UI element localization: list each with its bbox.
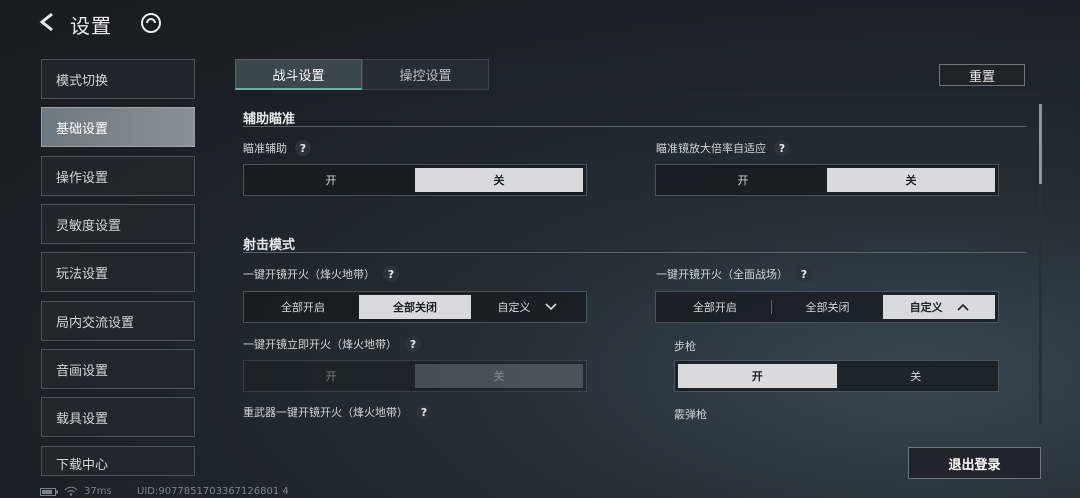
heavy-weapon-label-row: 重武器一键开镜开火（烽火地带） ? [243, 404, 432, 420]
scope-adapt-toggle: 开 关 [655, 164, 999, 196]
chevron-up-icon [957, 303, 969, 311]
section-divider [243, 126, 1027, 127]
custom-option[interactable]: 自定义 [471, 295, 583, 319]
help-icon[interactable]: ? [774, 140, 790, 156]
sidebar-item-operation-settings[interactable]: 操作设置 [41, 156, 195, 196]
sidebar-item-vehicle-settings[interactable]: 载具设置 [41, 397, 195, 437]
scrollbar-thumb[interactable] [1039, 104, 1042, 184]
sidebar-item-download-center[interactable]: 下载中心 [41, 446, 195, 476]
sidebar-item-basic-settings[interactable]: 基础设置 [41, 107, 195, 147]
sidebar-item-label: 下载中心 [56, 458, 109, 473]
reset-button[interactable]: 重置 [939, 64, 1025, 86]
one-key-fire-ff-label-row: 一键开镜开火（烽火地带） ? [243, 266, 399, 282]
one-key-fire-ff-label: 一键开镜开火（烽火地带） [243, 268, 375, 281]
custom-option-label: 自定义 [497, 301, 531, 314]
scope-adapt-label-row: 瞄准镜放大倍率自适应 ? [656, 140, 790, 156]
instant-fire-ff-label-row: 一键开镜立即开火（烽火地带） ? [243, 336, 421, 352]
help-icon[interactable]: ? [416, 404, 432, 420]
section-divider [243, 252, 1027, 253]
uid-text: UID:9077851703367126801 4 [137, 486, 289, 497]
aim-assist-toggle: 开 关 [243, 164, 587, 196]
instant-fire-ff-toggle: 开 关 [243, 360, 587, 392]
sidebar-item-label: 音画设置 [56, 363, 109, 379]
disable-all-option[interactable]: 全部关闭 [772, 295, 884, 319]
enable-all-option[interactable]: 全部开启 [659, 295, 771, 319]
instant-fire-ff-label: 一键开镜立即开火（烽火地带） [243, 338, 397, 351]
sidebar-item-gameplay-settings[interactable]: 玩法设置 [41, 252, 195, 292]
instant-fire-on-option[interactable]: 开 [247, 364, 415, 388]
chevron-down-icon [544, 303, 557, 311]
aim-assist-label-row: 瞄准辅助 ? [243, 140, 311, 156]
sidebar-item-label: 玩法设置 [56, 266, 109, 282]
logout-button[interactable]: 退出登录 [908, 447, 1041, 479]
scope-adapt-off-option[interactable]: 关 [827, 168, 995, 192]
page-title: 设置 [70, 14, 112, 38]
custom-option[interactable]: 自定义 [883, 295, 996, 319]
tab-control-settings[interactable]: 操控设置 [362, 59, 489, 90]
rifle-on-option[interactable]: 开 [678, 364, 837, 388]
sidebar-item-label: 灵敏度设置 [56, 218, 122, 234]
one-key-fire-war-selector: 全部开启 全部关闭 自定义 [655, 291, 999, 323]
help-icon[interactable]: ? [405, 336, 421, 352]
sidebar-item-label: 模式切换 [56, 73, 109, 89]
instant-fire-off-option[interactable]: 关 [415, 364, 583, 388]
sidebar-item-mode-switch[interactable]: 模式切换 [41, 59, 195, 99]
one-key-fire-war-label: 一键开镜开火（全面战场） [656, 268, 788, 281]
help-icon[interactable]: ? [796, 266, 812, 282]
sidebar-item-label: 基础设置 [56, 121, 109, 137]
rifle-label: 步枪 [674, 340, 696, 353]
shotgun-label: 霰弹枪 [674, 408, 707, 421]
rifle-off-option[interactable]: 关 [837, 364, 996, 388]
custom-option-label: 自定义 [909, 301, 943, 314]
sidebar-item-comm-settings[interactable]: 局内交流设置 [41, 301, 195, 341]
sidebar-item-label: 操作设置 [56, 170, 109, 186]
section-title-fire-mode: 射击模式 [243, 238, 296, 253]
scope-adapt-label: 瞄准镜放大倍率自适应 [656, 142, 766, 155]
wifi-icon [64, 486, 78, 496]
rifle-toggle: 开 关 [674, 360, 999, 392]
game-logo-icon [141, 13, 161, 33]
sidebar-item-label: 局内交流设置 [56, 315, 135, 331]
scope-adapt-on-option[interactable]: 开 [659, 168, 827, 192]
section-title-aim-assist: 辅助瞄准 [243, 112, 296, 127]
aim-assist-on-option[interactable]: 开 [247, 168, 415, 192]
back-arrow-icon[interactable] [36, 10, 60, 34]
one-key-fire-ff-selector: 全部开启 全部关闭 自定义 [243, 291, 587, 323]
sidebar-item-sensitivity-settings[interactable]: 灵敏度设置 [41, 204, 195, 244]
ping-text: 37ms [84, 486, 112, 497]
disable-all-option[interactable]: 全部关闭 [359, 295, 471, 319]
help-icon[interactable]: ? [295, 140, 311, 156]
heavy-weapon-label: 重武器一键开镜开火（烽火地带） [243, 406, 408, 419]
sidebar-item-label: 载具设置 [56, 411, 109, 427]
sidebar-item-audio-visual-settings[interactable]: 音画设置 [41, 349, 195, 389]
help-icon[interactable]: ? [383, 266, 399, 282]
enable-all-option[interactable]: 全部开启 [247, 295, 359, 319]
one-key-fire-war-label-row: 一键开镜开火（全面战场） ? [656, 266, 812, 282]
tab-combat-settings[interactable]: 战斗设置 [235, 59, 362, 90]
battery-icon [40, 488, 58, 496]
aim-assist-off-option[interactable]: 关 [415, 168, 583, 192]
aim-assist-label: 瞄准辅助 [243, 142, 287, 155]
